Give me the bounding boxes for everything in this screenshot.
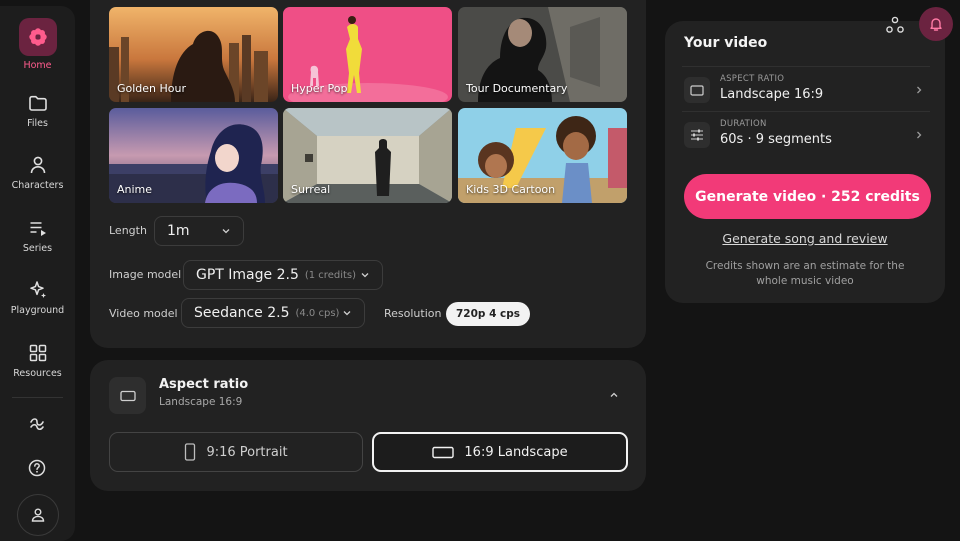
your-video-panel: Your video ASPECT RATIO Landscape 16:9 D… [665, 21, 945, 303]
aspect-ratio-row[interactable]: ASPECT RATIO Landscape 16:9 [682, 68, 930, 114]
folder-icon [28, 95, 47, 111]
sliders-icon [684, 122, 710, 148]
sidebar-item-files[interactable]: Files [0, 92, 75, 129]
row-value: Landscape 16:9 [720, 87, 824, 102]
playlist-icon [30, 222, 46, 236]
chevron-down-icon [222, 229, 230, 234]
style-tile-hyper-pop[interactable]: Hyper Pop [283, 7, 452, 102]
chevron-down-icon [361, 273, 369, 278]
portrait-option[interactable]: 9:16 Portrait [109, 432, 363, 472]
nodes-icon [886, 16, 904, 33]
video-model-value: Seedance 2.5 [194, 305, 290, 321]
phone-portrait-icon [185, 443, 196, 461]
sidebar-item-label: Files [27, 118, 48, 129]
squiggle-icon [30, 418, 44, 431]
sidebar-item-label: Series [22, 243, 53, 254]
chevron-up-icon[interactable] [608, 389, 620, 401]
bell-icon [930, 18, 942, 31]
squiggle-button[interactable] [17, 404, 57, 444]
style-tile-surreal[interactable]: Surreal [283, 108, 452, 203]
aspect-ratio-card: Aspect ratio Landscape 16:9 9:16 Portrai… [90, 360, 646, 491]
generate-video-button[interactable]: Generate video · 252 credits [684, 174, 931, 219]
duration-row[interactable]: DURATION 60s · 9 segments [682, 113, 930, 159]
length-label: Length [109, 224, 147, 237]
resolution-label: Resolution [384, 307, 442, 320]
account-button[interactable] [17, 494, 59, 536]
divider [682, 66, 930, 67]
sparkle-icon [29, 281, 46, 298]
aspect-ratio-title: Aspect ratio [159, 377, 249, 392]
chevron-down-icon [343, 311, 351, 316]
tile-label: Golden Hour [117, 82, 187, 95]
video-model-select[interactable]: Seedance 2.5 (4.0 cps) [181, 298, 365, 328]
landscape-option-label: 16:9 Landscape [464, 444, 568, 460]
generate-song-link[interactable]: Generate song and review [665, 231, 945, 246]
sidebar-item-label: Home [23, 60, 52, 71]
sidebar: Home Files Characters Series Playground [0, 6, 75, 541]
person-icon [30, 156, 45, 174]
sidebar-item-playground[interactable]: Playground [0, 279, 75, 316]
account-icon [31, 508, 45, 522]
landscape-option[interactable]: 16:9 Landscape [372, 432, 628, 472]
video-model-label: Video model [109, 307, 178, 320]
style-tile-kids-3d-cartoon[interactable]: Kids 3D Cartoon [458, 108, 627, 203]
style-tile-golden-hour[interactable]: Golden Hour [109, 7, 278, 102]
video-model-cost: (4.0 cps) [295, 307, 340, 319]
chevron-right-icon [917, 131, 922, 139]
image-model-label: Image model [109, 268, 182, 281]
notifications-button[interactable] [919, 7, 953, 41]
style-tile-anime[interactable]: Anime [109, 108, 278, 203]
row-caption: ASPECT RATIO [720, 74, 785, 84]
row-value: 60s · 9 segments [720, 132, 832, 147]
sidebar-item-series[interactable]: Series [0, 217, 75, 254]
tile-label: Anime [117, 183, 153, 196]
panel-title: Your video [684, 35, 768, 51]
image-model-value: GPT Image 2.5 [196, 267, 299, 283]
grid-icon [29, 344, 46, 362]
flower-icon [18, 18, 57, 56]
rectangle-icon [109, 377, 146, 414]
portrait-option-label: 9:16 Portrait [206, 444, 288, 460]
tile-label: Kids 3D Cartoon [466, 183, 556, 196]
sidebar-item-label: Playground [10, 305, 65, 316]
tile-label: Hyper Pop [291, 82, 348, 95]
divider [682, 111, 930, 112]
sidebar-item-label: Characters [11, 180, 64, 191]
landscape-icon [432, 446, 455, 458]
style-settings-card: Golden Hour Hyper Pop Tour Documentary A… [90, 0, 646, 348]
sidebar-divider [12, 397, 63, 398]
image-model-cost: (1 credits) [304, 269, 357, 281]
aspect-ratio-subtitle: Landscape 16:9 [159, 396, 243, 408]
help-button[interactable] [17, 448, 57, 488]
sidebar-item-home[interactable]: Home [0, 18, 75, 71]
credits-note: Credits shown are an estimate for the wh… [705, 260, 905, 287]
sidebar-item-label: Resources [13, 368, 62, 379]
share-button[interactable] [884, 14, 906, 36]
sidebar-item-characters[interactable]: Characters [0, 154, 75, 191]
row-caption: DURATION [720, 119, 767, 129]
image-model-select[interactable]: GPT Image 2.5 (1 credits) [183, 260, 383, 290]
resolution-pill[interactable]: 720p 4 cps [446, 302, 531, 326]
style-tile-tour-documentary[interactable]: Tour Documentary [458, 7, 627, 102]
sidebar-item-resources[interactable]: Resources [0, 342, 75, 379]
tile-label: Surreal [291, 183, 331, 196]
length-value: 1m [167, 223, 190, 239]
tile-label: Tour Documentary [466, 82, 568, 95]
help-icon [28, 459, 46, 477]
length-select[interactable]: 1m [154, 216, 244, 246]
rectangle-icon [684, 77, 710, 103]
chevron-right-icon [917, 86, 922, 94]
